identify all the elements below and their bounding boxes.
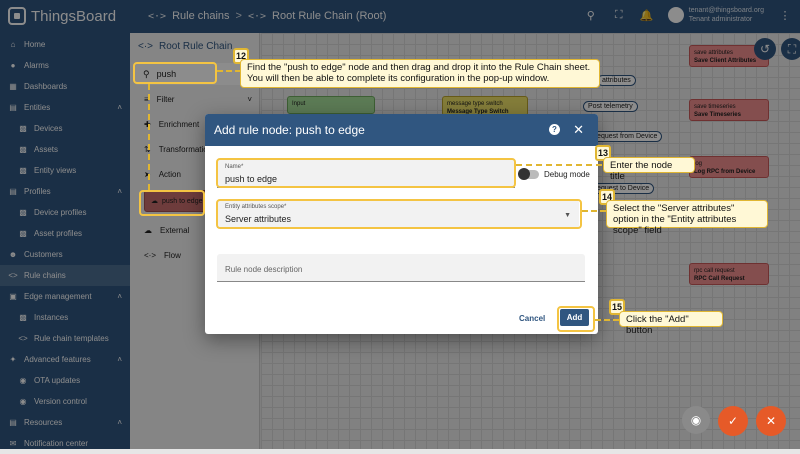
highlight-search: [133, 62, 217, 84]
guide-line-14: [582, 210, 606, 212]
highlight-name-field: [216, 158, 516, 188]
callout-12: Find the "push to edge" node and then dr…: [240, 59, 600, 88]
toggle-switch[interactable]: [518, 168, 539, 180]
help-icon[interactable]: ?: [549, 124, 560, 135]
callout-13: Enter the node title: [603, 157, 695, 182]
callout-14: Select the "Server attributes" option in…: [606, 200, 768, 236]
highlight-add-button: [557, 306, 595, 332]
guide-line-12-vertical: [148, 84, 150, 190]
cancel-button[interactable]: Cancel: [519, 314, 545, 323]
guide-line-15: [595, 319, 619, 321]
close-icon[interactable]: ✕: [573, 122, 584, 138]
guide-line-13: [516, 164, 602, 166]
debug-mode-label: Debug mode: [544, 170, 590, 179]
dialog-title: Add rule node: push to edge: [214, 123, 365, 137]
guide-line-12: [217, 70, 241, 72]
highlight-scope-field: [216, 199, 582, 229]
callout-15: Click the "Add" button: [619, 311, 723, 336]
debug-mode-toggle[interactable]: Debug mode: [518, 168, 590, 180]
rule-node-description-field[interactable]: Rule node description: [217, 254, 585, 282]
debug-icon[interactable]: ◉: [682, 406, 710, 434]
dialog-header: Add rule node: push to edge ? ✕: [205, 114, 598, 146]
highlight-push-to-edge-node: [139, 190, 205, 216]
apply-changes-button[interactable]: ✓: [718, 406, 748, 436]
discard-changes-button[interactable]: ✕: [756, 406, 786, 436]
